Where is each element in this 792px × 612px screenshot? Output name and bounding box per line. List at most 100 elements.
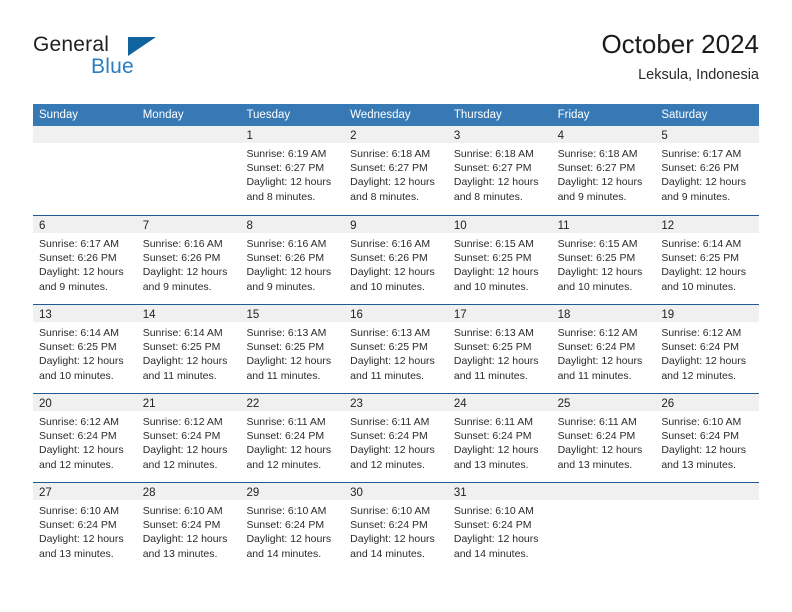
day-cell-10[interactable]: 10 Sunrise: 6:15 AM Sunset: 6:25 PM Dayligh…	[447, 216, 552, 304]
day-detail-line: Sunrise: 6:11 AM	[557, 416, 637, 428]
day-detail-line: Sunrise: 6:16 AM	[246, 238, 327, 250]
day-cell-22[interactable]: 22 Sunrise: 6:11 AM Sunset: 6:24 PM Dayligh…	[240, 394, 345, 482]
day-detail-line: Sunset: 6:26 PM	[661, 162, 739, 175]
page-title: October 2024	[601, 29, 759, 59]
day-detail-line: Daylight: 12 hours	[453, 266, 539, 279]
day-cell-21[interactable]: 21 Sunrise: 6:12 AM Sunset: 6:24 PM Dayligh…	[136, 394, 241, 482]
day-number: 10	[453, 220, 467, 232]
day-detail-line: Sunrise: 6:13 AM	[246, 327, 327, 339]
day-cell-26[interactable]: 26 Sunrise: 6:10 AM Sunset: 6:24 PM Dayligh…	[655, 394, 760, 482]
day-number: 9	[350, 220, 357, 232]
day-cell-4[interactable]: 4 Sunrise: 6:18 AM Sunset: 6:27 PM Daylight…	[551, 126, 656, 215]
weekday-header-friday: Friday	[557, 109, 590, 121]
day-number: 3	[453, 130, 461, 142]
day-cell-7[interactable]: 7 Sunrise: 6:16 AM Sunset: 6:26 PM Daylight…	[136, 216, 241, 304]
day-details: Sunrise: 6:18 AM Sunset: 6:27 PM Daylight:…	[448, 143, 552, 204]
day-cell-25[interactable]: 25 Sunrise: 6:11 AM Sunset: 6:24 PM Dayligh…	[551, 394, 656, 482]
day-details: Sunrise: 6:16 AM Sunset: 6:26 PM Daylight:…	[240, 233, 344, 294]
day-detail-line: Sunrise: 6:15 AM	[453, 238, 534, 250]
day-cell-empty	[655, 483, 760, 571]
day-cell-23[interactable]: 23 Sunrise: 6:11 AM Sunset: 6:24 PM Dayligh…	[344, 394, 448, 482]
day-cell-20[interactable]: 20 Sunrise: 6:12 AM Sunset: 6:24 PM Dayligh…	[33, 394, 137, 482]
day-detail-line: and 9 minutes.	[246, 280, 316, 293]
day-detail-line: Sunrise: 6:12 AM	[142, 416, 223, 428]
day-detail-line: Sunrise: 6:14 AM	[661, 238, 742, 250]
day-cell-8[interactable]: 8 Sunrise: 6:16 AM Sunset: 6:26 PM Daylight…	[240, 216, 345, 304]
day-detail-line: Sunrise: 6:17 AM	[661, 148, 742, 160]
day-cell-9[interactable]: 9 Sunrise: 6:16 AM Sunset: 6:26 PM Daylight…	[344, 216, 448, 304]
weekday-header-saturday: Saturday	[661, 109, 708, 121]
day-cell-30[interactable]: 30 Sunrise: 6:10 AM Sunset: 6:24 PM Dayligh…	[344, 483, 448, 571]
day-detail-line: Daylight: 12 hours	[557, 355, 643, 368]
day-cell-27[interactable]: 27 Sunrise: 6:10 AM Sunset: 6:24 PM Dayligh…	[33, 483, 137, 571]
day-details: Sunrise: 6:17 AM Sunset: 6:26 PM Daylight:…	[655, 143, 759, 204]
day-detail-line: and 11 minutes.	[350, 369, 425, 382]
day-detail-line: Sunset: 6:26 PM	[142, 252, 221, 265]
day-detail-line: Daylight: 12 hours	[557, 444, 643, 457]
day-cell-28[interactable]: 28 Sunrise: 6:10 AM Sunset: 6:24 PM Dayligh…	[136, 483, 241, 571]
day-number-band: 4	[551, 126, 656, 143]
day-detail-line: Sunset: 6:25 PM	[557, 252, 636, 265]
day-detail-line: Daylight: 12 hours	[350, 266, 435, 279]
day-detail-line: and 10 minutes.	[557, 280, 633, 293]
day-cell-17[interactable]: 17 Sunrise: 6:13 AM Sunset: 6:25 PM Dayligh…	[447, 305, 552, 393]
day-cell-6[interactable]: 6 Sunrise: 6:17 AM Sunset: 6:26 PM Daylight…	[33, 216, 137, 304]
day-details: Sunrise: 6:11 AM Sunset: 6:24 PM Daylight:…	[552, 411, 656, 472]
day-cell-16[interactable]: 16 Sunrise: 6:13 AM Sunset: 6:25 PM Dayligh…	[344, 305, 448, 393]
day-number: 17	[453, 309, 467, 321]
day-detail-line: Sunset: 6:25 PM	[350, 341, 428, 354]
day-detail-line: and 13 minutes.	[453, 458, 529, 471]
day-cell-5[interactable]: 5 Sunrise: 6:17 AM Sunset: 6:26 PM Daylight…	[655, 126, 760, 215]
weekday-header-wednesday: Wednesday	[350, 109, 411, 121]
day-cell-3[interactable]: 3 Sunrise: 6:18 AM Sunset: 6:27 PM Daylight…	[447, 126, 552, 215]
day-number: 25	[557, 398, 571, 410]
day-detail-line: Daylight: 12 hours	[350, 176, 435, 189]
day-detail-line: Sunrise: 6:11 AM	[246, 416, 326, 428]
day-details: Sunrise: 6:17 AM Sunset: 6:26 PM Daylight:…	[33, 233, 137, 294]
day-number-band	[551, 483, 656, 500]
day-cell-2[interactable]: 2 Sunrise: 6:18 AM Sunset: 6:27 PM Daylight…	[344, 126, 448, 215]
day-detail-line: Sunset: 6:26 PM	[246, 252, 325, 265]
general-blue-logo[interactable]: General Blue	[33, 33, 233, 85]
day-detail-line: Daylight: 12 hours	[39, 533, 124, 546]
day-cell-18[interactable]: 18 Sunrise: 6:12 AM Sunset: 6:24 PM Dayligh…	[551, 305, 656, 393]
day-number-band: 19	[655, 305, 760, 322]
day-detail-line: and 11 minutes.	[453, 369, 528, 382]
day-detail-line: Sunset: 6:24 PM	[246, 430, 325, 443]
day-detail-line: and 12 minutes.	[142, 458, 218, 471]
day-detail-line: Daylight: 12 hours	[142, 533, 228, 546]
day-number: 5	[661, 130, 668, 142]
day-number-band: 30	[344, 483, 448, 500]
calendar-grid: Sunday Monday Tuesday Wednesday Thursday Frid…	[33, 104, 760, 571]
calendar-page: General Blue October 2024 Leksula, Indon…	[0, 0, 792, 612]
day-number-band: 11	[551, 216, 656, 233]
day-cell-29[interactable]: 29 Sunrise: 6:10 AM Sunset: 6:24 PM Dayligh…	[240, 483, 345, 571]
day-number: 11	[557, 220, 570, 232]
day-cell-24[interactable]: 24 Sunrise: 6:11 AM Sunset: 6:24 PM Dayligh…	[447, 394, 552, 482]
day-detail-line: Sunrise: 6:14 AM	[39, 327, 119, 339]
day-detail-line: and 11 minutes.	[246, 369, 321, 382]
day-detail-line: Sunrise: 6:18 AM	[557, 148, 638, 160]
day-detail-line: and 11 minutes.	[557, 369, 632, 382]
day-cell-19[interactable]: 19 Sunrise: 6:12 AM Sunset: 6:24 PM Dayligh…	[655, 305, 760, 393]
day-number-band: 23	[344, 394, 448, 411]
day-number-band: 17	[447, 305, 552, 322]
day-detail-line: Sunrise: 6:12 AM	[661, 327, 742, 339]
day-cell-13[interactable]: 13 Sunrise: 6:14 AM Sunset: 6:25 PM Dayligh…	[33, 305, 137, 393]
day-number: 23	[350, 398, 363, 410]
day-cell-11[interactable]: 11 Sunrise: 6:15 AM Sunset: 6:25 PM Dayligh…	[551, 216, 656, 304]
day-cell-1[interactable]: 1 Sunrise: 6:19 AM Sunset: 6:27 PM Daylight…	[240, 126, 345, 215]
day-detail-line: Sunset: 6:26 PM	[350, 252, 428, 265]
day-number-band: 1	[240, 126, 345, 143]
day-number-band: 27	[33, 483, 137, 500]
day-details: Sunrise: 6:18 AM Sunset: 6:27 PM Daylight:…	[552, 143, 656, 204]
day-cell-12[interactable]: 12 Sunrise: 6:14 AM Sunset: 6:25 PM Dayligh…	[655, 216, 760, 304]
day-detail-line: Sunrise: 6:12 AM	[557, 327, 638, 339]
day-detail-line: Sunset: 6:27 PM	[557, 162, 636, 175]
day-cell-31[interactable]: 31 Sunrise: 6:10 AM Sunset: 6:24 PM Dayligh…	[447, 483, 552, 571]
day-number: 27	[39, 487, 52, 499]
day-detail-line: Sunset: 6:24 PM	[557, 341, 636, 354]
day-cell-14[interactable]: 14 Sunrise: 6:14 AM Sunset: 6:25 PM Dayligh…	[136, 305, 241, 393]
day-cell-15[interactable]: 15 Sunrise: 6:13 AM Sunset: 6:25 PM Dayligh…	[240, 305, 345, 393]
day-number-band: 5	[655, 126, 760, 143]
